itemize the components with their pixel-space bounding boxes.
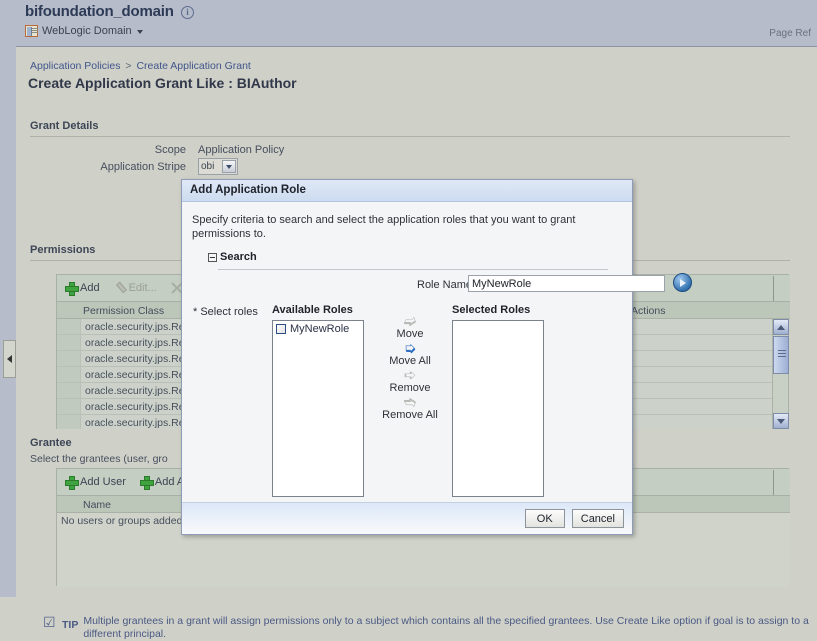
chevron-down-icon[interactable] [222,160,236,173]
tip-text: Multiple grantees in a grant will assign… [83,615,817,641]
application-stripe-label: Application Stripe [76,161,186,173]
application-stripe-value: obi [201,161,214,172]
role-name-label: Role Name [417,279,472,291]
chevron-left-icon [7,355,12,363]
move-button[interactable]: ➫ Move [397,314,424,340]
chevron-down-icon [777,419,785,424]
column-header-permission-class[interactable]: Permission Class [83,305,164,317]
left-gutter [0,0,16,597]
add-user-button[interactable]: Add User [65,476,126,488]
grant-details-divider [30,136,790,137]
play-arrow-icon [680,279,686,287]
breadcrumb-current: Create Application Grant [136,60,250,72]
permissions-scrollbar[interactable] [772,319,788,429]
row-selector[interactable] [57,335,81,350]
page-title: Create Application Grant Like : BIAuthor [28,75,297,91]
search-section-divider [218,269,608,270]
dialog-description: Specify criteria to search and select th… [192,213,607,241]
ok-button[interactable]: OK [525,509,565,528]
dialog-title: Add Application Role [190,184,306,196]
cancel-button[interactable]: Cancel [572,509,624,528]
tip-check-icon [44,618,57,631]
search-go-button[interactable] [673,273,692,292]
row-selector[interactable] [57,399,81,414]
edit-permission-button[interactable]: Edit... [114,282,157,294]
grantee-heading: Grantee [30,437,72,449]
chevron-double-right-icon: ➭ [404,341,417,356]
select-roles-text: Select roles [200,306,257,318]
add-application-role-dialog: Add Application Role Specify criteria to… [181,179,633,535]
shuttle-controls: ➫ Move ➭ Move All ➪ Remove ➬ Remove All [374,314,446,422]
list-item[interactable]: MyNewRole [273,321,363,335]
selected-roles-header: Selected Roles [452,304,530,316]
edit-permission-label: Edit... [129,282,157,294]
dialog-footer: OK Cancel [182,502,632,534]
available-roles-header: Available Roles [272,304,353,316]
weblogic-domain-menu[interactable]: WebLogic Domain [25,25,143,37]
remove-all-button[interactable]: ➬ Remove All [382,395,438,421]
info-icon[interactable]: i [181,6,194,19]
row-selector[interactable] [57,367,81,382]
chevron-up-icon [777,325,785,330]
search-section-toggle[interactable]: Search [208,251,257,263]
breadcrumb: Application Policies > Create Applicatio… [30,60,251,72]
plus-icon [65,476,77,488]
remove-all-label: Remove All [382,409,438,421]
remove-button[interactable]: ➪ Remove [390,368,431,394]
list-item-label: MyNewRole [290,323,349,335]
chevron-right-icon: ➫ [404,314,417,329]
domain-title: bifoundation_domain [25,3,174,20]
scroll-up-button[interactable] [773,319,789,335]
pencil-icon [111,280,128,297]
row-selector[interactable] [57,415,81,429]
grant-details-heading: Grant Details [30,120,98,132]
column-resize-handle[interactable] [773,276,774,301]
available-roles-list[interactable]: MyNewRole [272,320,364,497]
search-section-label: Search [220,251,257,263]
domain-icon [25,25,38,37]
column-resize-handle[interactable] [773,470,774,495]
weblogic-domain-label: WebLogic Domain [42,25,132,37]
grip-icon [778,350,786,351]
permissions-heading: Permissions [30,244,95,256]
plus-icon [65,282,77,294]
tip-row: TIP Multiple grantees in a grant will as… [44,615,817,641]
chevron-left-icon: ➪ [404,368,417,383]
row-selector[interactable] [57,383,81,398]
dialog-titlebar[interactable]: Add Application Role [182,180,632,202]
scroll-down-button[interactable] [773,413,789,429]
chevron-down-icon [137,30,143,34]
plus-icon [140,476,152,488]
column-header-name[interactable]: Name [83,499,111,511]
breadcrumb-parent-link[interactable]: Application Policies [30,60,120,72]
chevron-double-left-icon: ➬ [404,395,417,410]
add-permission-label: Add [80,282,100,294]
scrollbar-thumb[interactable] [773,336,789,374]
scope-label: Scope [76,144,186,156]
collapse-minus-icon [208,253,217,262]
breadcrumb-separator: > [125,60,131,72]
role-name-input[interactable] [468,275,665,292]
grantee-description: Select the grantees (user, gro [30,453,168,465]
sidebar-collapse-handle[interactable] [3,340,16,378]
role-checkbox[interactable] [276,324,286,334]
row-selector[interactable] [57,351,81,366]
add-permission-button[interactable]: Add [65,282,100,294]
move-all-button[interactable]: ➭ Move All [389,341,431,367]
add-user-label: Add User [80,476,126,488]
row-selector[interactable] [57,319,81,334]
required-asterisk: * [193,306,197,318]
application-stripe-select[interactable]: obi [198,158,238,175]
page-refresh-label[interactable]: Page Ref [769,28,811,39]
selected-roles-list[interactable] [452,320,544,497]
scope-value: Application Policy [198,144,284,156]
tip-label: TIP [62,619,78,641]
page-header: bifoundation_domain i WebLogic Domain Pa… [16,0,817,47]
select-roles-label: * Select roles [193,306,258,318]
